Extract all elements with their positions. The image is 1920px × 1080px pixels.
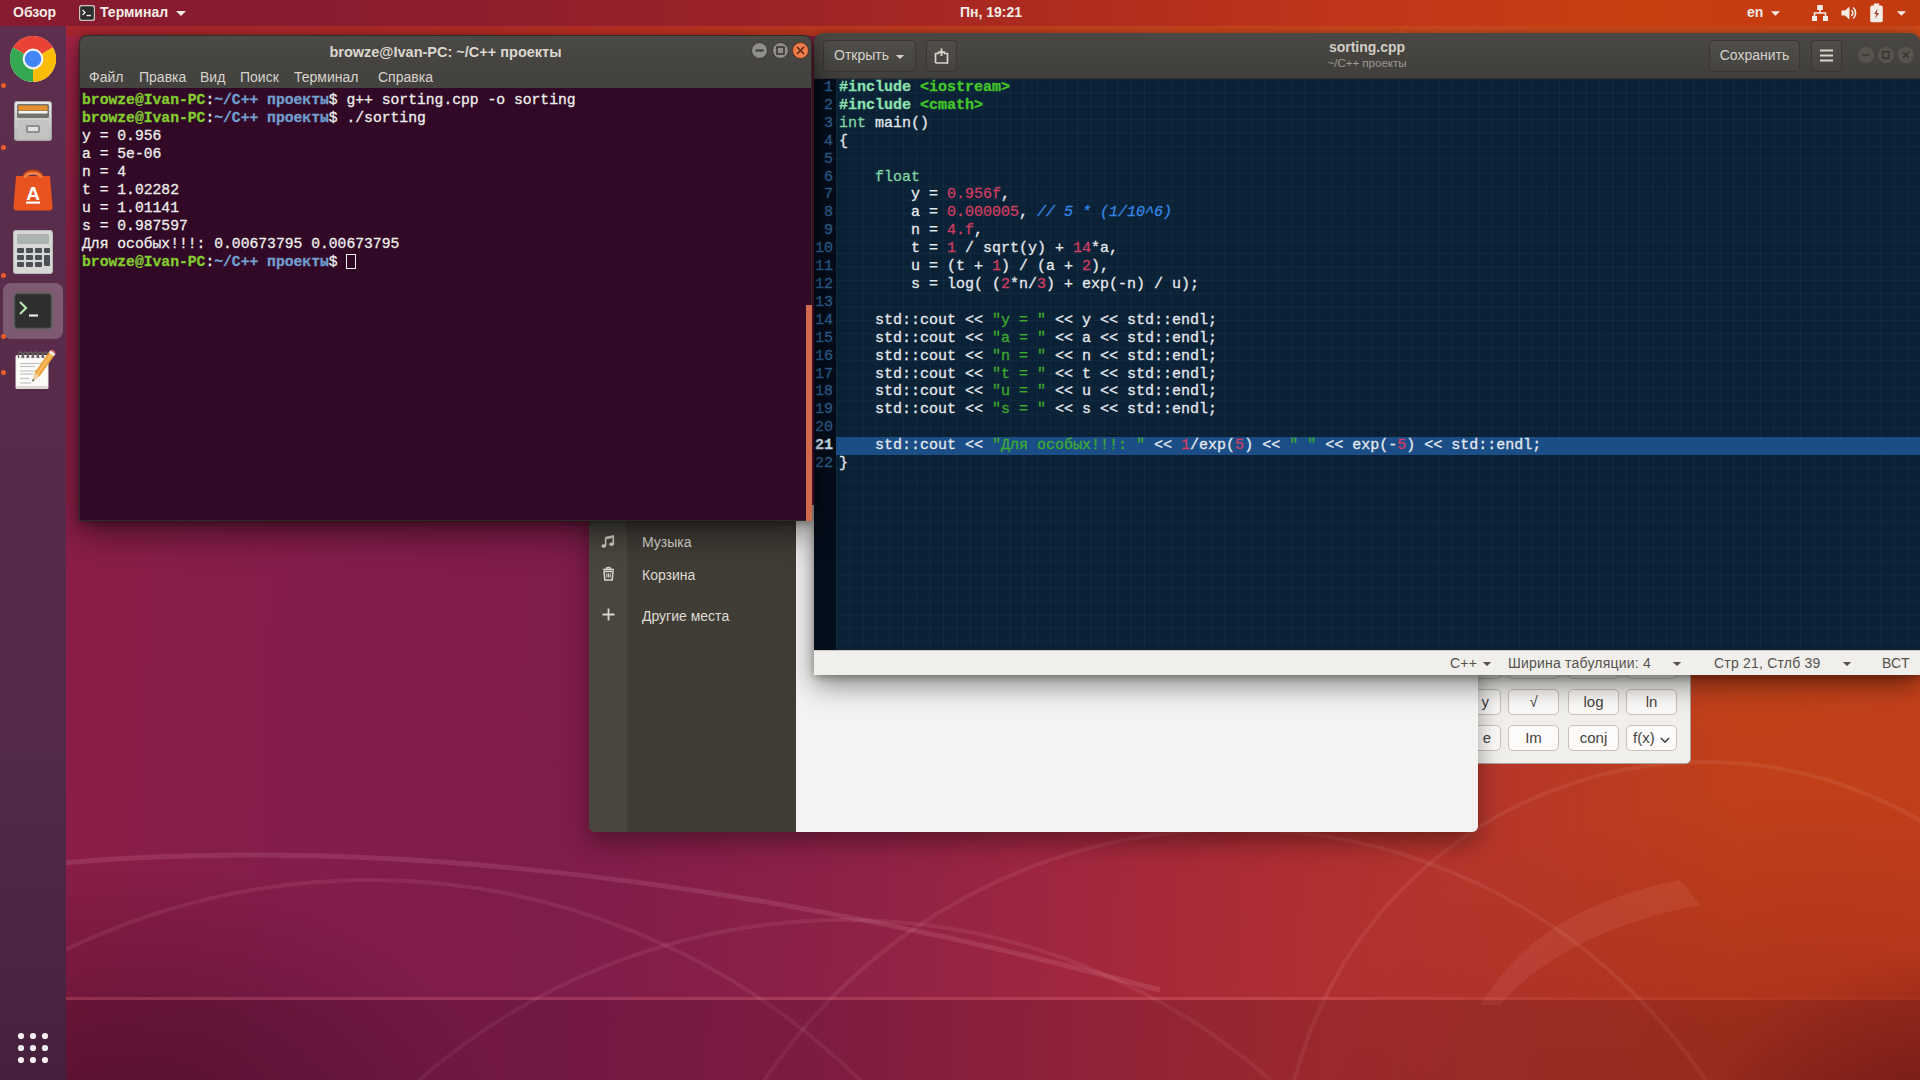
svg-text:A: A xyxy=(26,183,40,204)
